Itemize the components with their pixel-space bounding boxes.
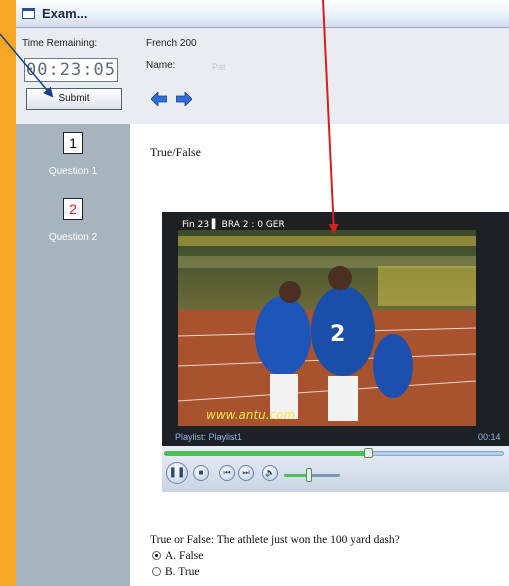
svg-text:Fin 23 ▌ BRA 2 : 0 GER: Fin 23 ▌ BRA 2 : 0 GER bbox=[182, 218, 285, 230]
window-icon bbox=[22, 8, 35, 19]
course-name: French 200 bbox=[146, 38, 197, 49]
forward-arrow-icon[interactable] bbox=[176, 92, 192, 106]
play-pause-button[interactable]: ❚❚ bbox=[166, 462, 188, 484]
video-watermark: www.antu.com bbox=[206, 408, 295, 422]
option-a-label: A. False bbox=[165, 550, 204, 562]
playback-time: 00:14 bbox=[478, 432, 501, 442]
previous-button[interactable]: ⏮ bbox=[219, 465, 235, 481]
question-2-label: Question 2 bbox=[48, 232, 98, 243]
name-label: Name: bbox=[146, 60, 176, 71]
question-1-button[interactable]: 1 bbox=[63, 132, 83, 154]
time-remaining-label: Time Remaining: bbox=[22, 38, 98, 49]
option-b-label: B. True bbox=[165, 566, 200, 578]
playlist-label: Playlist: Playlist1 bbox=[175, 432, 243, 442]
title-bar: Exam... bbox=[16, 0, 509, 28]
seek-handle[interactable] bbox=[364, 448, 373, 458]
question-text: True or False: The athlete just won the … bbox=[150, 534, 400, 546]
question-1-label: Question 1 bbox=[48, 166, 98, 177]
question-type: True/False bbox=[150, 145, 201, 159]
option-a-radio[interactable] bbox=[152, 551, 161, 560]
video-frame[interactable]: Fin 23 ▌ BRA 2 : 0 GER 2 www.antu.com bbox=[178, 216, 476, 426]
option-a[interactable]: A. False bbox=[152, 550, 203, 562]
mute-button[interactable]: 🔈 bbox=[262, 465, 278, 481]
submit-button[interactable]: Submit bbox=[26, 88, 122, 110]
option-b-radio[interactable] bbox=[152, 567, 161, 576]
student-name: Pat bbox=[212, 62, 226, 72]
question-2-number: 2 bbox=[69, 201, 77, 217]
seek-progress bbox=[164, 451, 368, 456]
question-2-button[interactable]: 2 bbox=[63, 198, 83, 220]
svg-text:2: 2 bbox=[330, 322, 345, 347]
countdown-timer: 00:23:05 bbox=[24, 58, 118, 82]
stop-button[interactable]: ■ bbox=[193, 465, 209, 481]
window-title: Exam... bbox=[42, 6, 88, 21]
volume-handle[interactable] bbox=[306, 468, 312, 482]
question-1-number: 1 bbox=[69, 135, 77, 151]
option-b[interactable]: B. True bbox=[152, 566, 200, 578]
back-arrow-icon[interactable] bbox=[151, 92, 167, 106]
next-button[interactable]: ⏭ bbox=[238, 465, 254, 481]
